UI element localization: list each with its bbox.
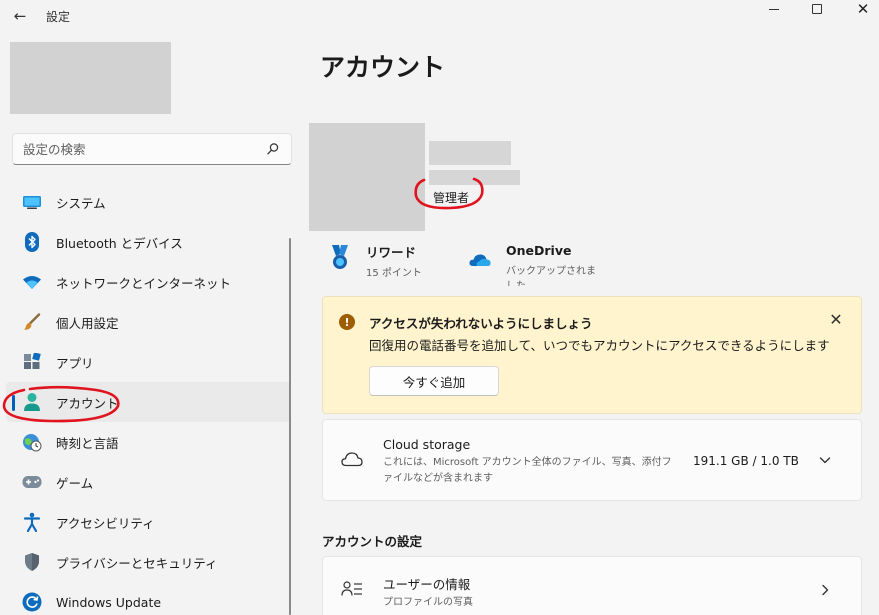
brush-icon [22, 312, 42, 332]
rewards-title[interactable]: リワード [366, 242, 416, 261]
sidebar-item-label: 時刻と言語 [56, 435, 119, 451]
minimize-button[interactable] [754, 0, 794, 18]
sidebar-item-label: システム [56, 195, 106, 211]
chevron-right-icon[interactable] [818, 582, 832, 598]
sidebar-item-label: ゲーム [56, 475, 94, 491]
apps-icon [22, 352, 42, 372]
add-now-button[interactable]: 今すぐ追加 [369, 366, 499, 396]
globe-clock-icon [22, 432, 42, 452]
sidebar-item-accounts[interactable]: アカウント [6, 382, 291, 422]
maximize-icon [812, 4, 822, 14]
warning-icon: ! [339, 314, 355, 330]
user-info-title: ユーザーの情報 [383, 577, 471, 592]
medal-icon[interactable] [330, 243, 350, 271]
user-info-subtitle: プロファイルの写真 [383, 597, 473, 608]
sidebar-item-accessibility[interactable]: アクセシビリティ [6, 502, 291, 542]
sidebar-item-label: Bluetooth とデバイス [56, 235, 183, 251]
sidebar-item-personalization[interactable]: 個人用設定 [6, 302, 291, 342]
cloud-icon [341, 452, 363, 467]
update-icon [22, 592, 42, 612]
page-title: アカウント [320, 53, 446, 82]
bluetooth-icon [22, 232, 42, 252]
shield-icon [22, 552, 42, 572]
onedrive-status: バックアップされました [506, 266, 596, 286]
nav-list: システム Bluetooth とデバイス ネットワークとインターネット 個人用設… [6, 182, 291, 615]
contact-card-icon [341, 581, 362, 596]
sidebar-item-label: アカウント [56, 395, 119, 411]
sidebar-item-apps[interactable]: アプリ [6, 342, 291, 382]
onedrive-cloud-icon[interactable] [469, 253, 491, 267]
chevron-down-icon[interactable] [817, 452, 833, 468]
user-name-placeholder [429, 141, 511, 165]
section-title: アカウントの設定 [322, 534, 423, 549]
sidebar-item-label: 個人用設定 [56, 315, 119, 331]
search-input[interactable] [23, 140, 263, 158]
sidebar-scrollbar[interactable] [289, 238, 291, 615]
close-icon[interactable]: ✕ [826, 310, 846, 330]
close-window-button[interactable]: ✕ [843, 0, 879, 18]
cloud-storage-usage: 191.1 GB / 1.0 TB [693, 454, 799, 468]
cloud-storage-description: これには、Microsoft アカウント全体のファイル、写真、添付ファイルなどが… [383, 457, 672, 484]
selection-indicator [12, 395, 15, 411]
user-profile-placeholder[interactable] [10, 42, 171, 114]
banner-title: アクセスが失われないようにしましょう [369, 316, 593, 331]
sidebar-item-windows-update[interactable]: Windows Update [6, 582, 291, 615]
app-title: 設定 [46, 10, 71, 24]
sidebar-item-label: アクセシビリティ [56, 515, 155, 531]
avatar [309, 123, 425, 231]
wifi-icon [22, 272, 42, 292]
sidebar-item-system[interactable]: システム [6, 182, 291, 222]
sidebar-item-label: プライバシーとセキュリティ [56, 555, 218, 571]
search-icon[interactable] [266, 142, 280, 156]
sidebar-item-gaming[interactable]: ゲーム [6, 462, 291, 502]
search-box[interactable] [12, 133, 292, 165]
sidebar-item-label: ネットワークとインターネット [56, 275, 232, 291]
sidebar-item-label: アプリ [56, 355, 94, 371]
gamepad-icon [22, 472, 42, 492]
sidebar-item-privacy[interactable]: プライバシーとセキュリティ [6, 542, 291, 582]
maximize-button[interactable] [797, 0, 837, 18]
monitor-icon [22, 192, 42, 212]
banner-message: 回復用の電話番号を追加して、いつでもアカウントにアクセスできるようにします [369, 338, 830, 353]
person-icon [22, 392, 42, 412]
account-role: 管理者 [433, 191, 470, 205]
sidebar-item-label: Windows Update [56, 594, 162, 610]
cloud-storage-title: Cloud storage [383, 437, 471, 452]
onedrive-title[interactable]: OneDrive [506, 243, 571, 258]
rewards-points: 15 ポイント [366, 268, 422, 279]
sidebar-item-network[interactable]: ネットワークとインターネット [6, 262, 291, 302]
sidebar-item-bluetooth[interactable]: Bluetooth とデバイス [6, 222, 291, 262]
accessibility-icon [22, 512, 42, 532]
minimize-icon [769, 8, 779, 10]
sidebar-item-time-language[interactable]: 時刻と言語 [6, 422, 291, 462]
close-icon: ✕ [856, 0, 870, 18]
user-email-placeholder [429, 170, 520, 185]
back-arrow-icon[interactable]: ← [9, 6, 31, 26]
